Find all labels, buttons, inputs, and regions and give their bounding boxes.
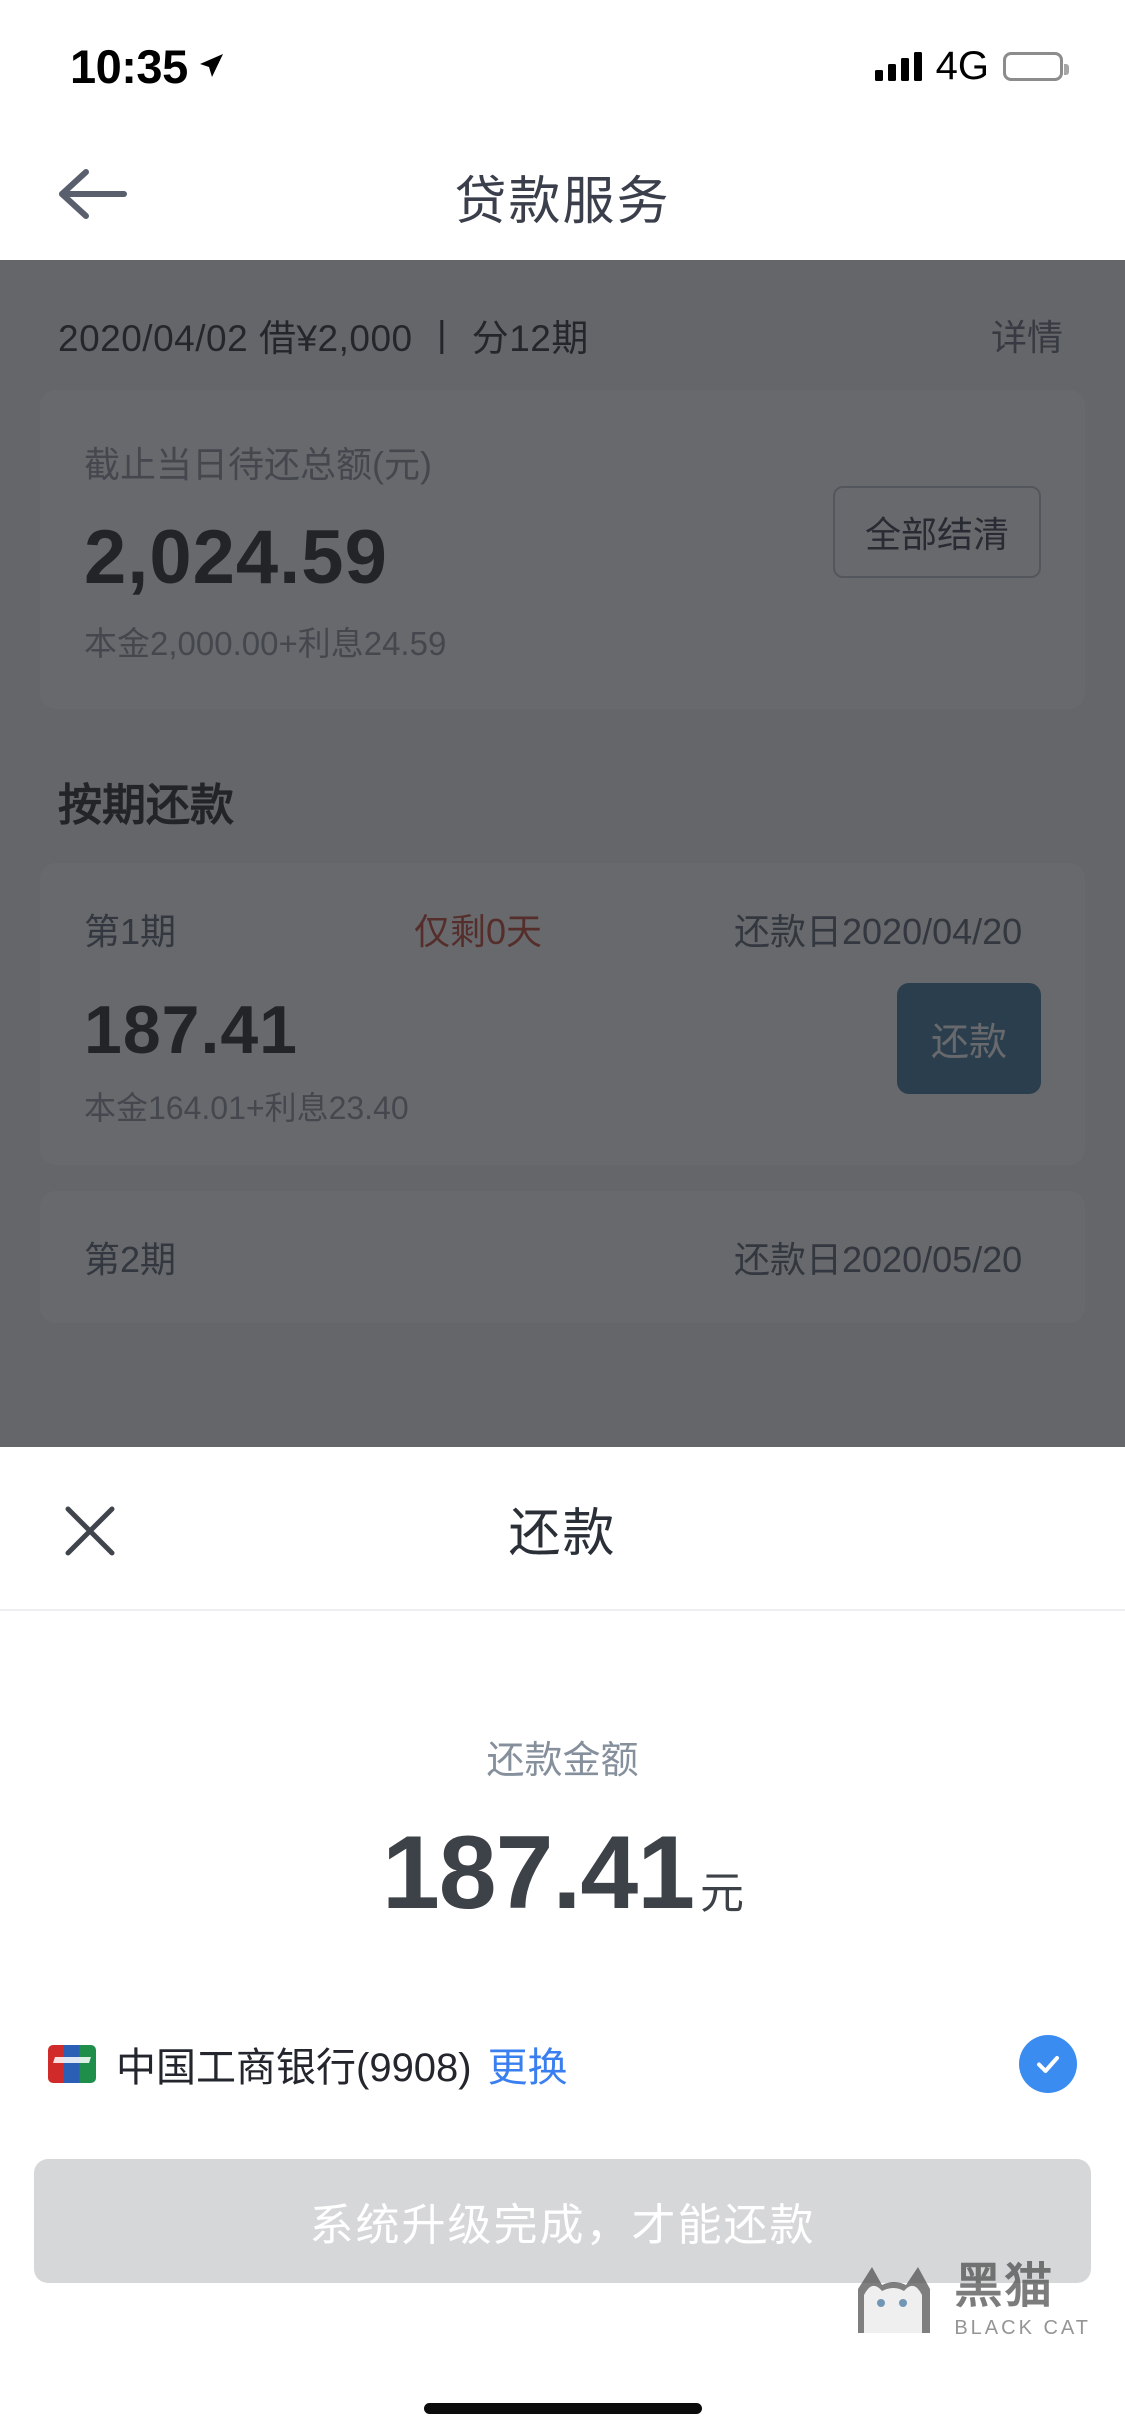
repay-sheet-header: 还款: [0, 1447, 1125, 1609]
repay-amount-value: 187.41: [381, 1815, 695, 1931]
page-title: 贷款服务: [454, 172, 671, 231]
repay-amount-value-wrap: 187.41 元: [0, 1814, 1125, 1933]
repay-sheet-title: 还款: [508, 1504, 617, 1563]
repay-amount-label: 还款金额: [486, 1740, 639, 1782]
unionpay-card-icon: [48, 2045, 96, 2083]
phone-screen: 10:35 4G 贷款服务 2020/04/02 借¥2,000: [0, 0, 1125, 2436]
repay-amount-unit: 元: [700, 1869, 744, 1918]
status-bar: 10:35 4G: [0, 0, 1125, 132]
watermark-cn: 黑猫: [954, 2260, 1055, 2313]
watermark-text: 黑猫 BLACK CAT: [954, 2263, 1091, 2340]
check-circle-icon: [1019, 2035, 1077, 2093]
navigation-bar: 贷款服务: [0, 132, 1125, 260]
home-indicator[interactable]: [423, 2403, 702, 2414]
battery-icon: [1003, 51, 1069, 81]
status-bar-left: 10:35: [70, 39, 224, 94]
signal-bars-icon: [874, 51, 922, 81]
sheet-divider: [0, 1609, 1125, 1611]
change-bank-link[interactable]: 更换: [488, 2035, 568, 2093]
watermark: 黑猫 BLACK CAT: [848, 2255, 1091, 2340]
location-arrow-icon: [198, 53, 224, 79]
network-type-label: 4G: [935, 43, 989, 88]
status-time: 10:35: [70, 39, 188, 93]
modal-scrim[interactable]: [0, 260, 1125, 1447]
status-bar-right: 4G: [874, 43, 1069, 89]
black-cat-icon: [848, 2255, 940, 2340]
bank-card-row[interactable]: 中国工商银行(9908) 更换: [0, 2035, 1125, 2093]
bank-card-name: 中国工商银行(9908): [116, 2046, 472, 2090]
watermark-en: BLACK CAT: [954, 2317, 1091, 2339]
